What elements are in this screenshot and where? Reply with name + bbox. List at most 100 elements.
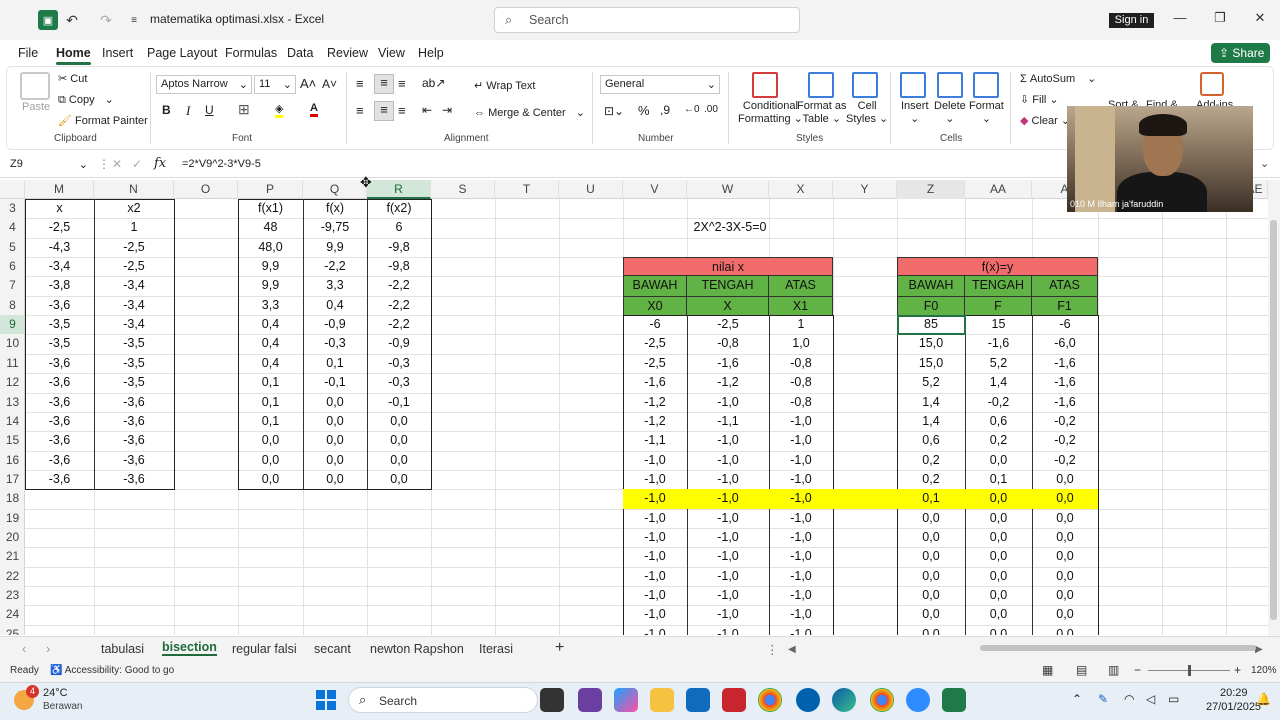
tab-formulas[interactable]: Formulas — [225, 46, 277, 60]
teams-icon[interactable] — [796, 688, 820, 712]
cell-fx-value[interactable]: -0,1 — [303, 373, 367, 392]
tab-data[interactable]: Data — [287, 46, 313, 60]
cell-fx-value[interactable]: -9,8 — [367, 238, 431, 257]
task-view-icon[interactable] — [540, 688, 564, 712]
cell-x[interactable]: -3,4 — [25, 257, 94, 276]
col-header-n[interactable]: N — [94, 180, 174, 199]
prev-sheet-icon[interactable]: ‹ — [22, 642, 26, 656]
cell-nilai-value[interactable]: -0,8 — [769, 393, 833, 412]
cell-nilai-value[interactable]: -1,0 — [687, 567, 769, 586]
cell-fx-value[interactable]: 0,1 — [238, 412, 303, 431]
cell-nilai-value[interactable]: -1,0 — [623, 625, 687, 635]
cell-nilai-value[interactable]: -2,5 — [623, 334, 687, 353]
cell-nilai-value[interactable]: -1,0 — [769, 528, 833, 547]
cell-fx-value[interactable]: 0,4 — [238, 334, 303, 353]
paste-button[interactable]: Paste — [22, 101, 50, 113]
worksheet-grid[interactable]: x x2 -2,5 1 -4,3 -2,5 -3,4 -2,5 -3,8 -3,4 -3,6 -3,4… — [25, 199, 1270, 635]
cell-nilai-value[interactable]: -1,0 — [769, 431, 833, 450]
paste-icon[interactable] — [20, 72, 50, 100]
tab-review[interactable]: Review — [327, 46, 368, 60]
italic-icon[interactable]: I — [186, 103, 190, 119]
cell-fx-table-value[interactable]: 0,0 — [897, 528, 965, 547]
cell-fx-value[interactable]: 9,9 — [238, 276, 303, 295]
search-box[interactable]: ⌕ Search — [494, 7, 800, 33]
cell-x2[interactable]: -3,5 — [94, 334, 174, 353]
col-header-z[interactable]: Z — [897, 180, 965, 199]
cell-nilai-value[interactable]: -1,0 — [769, 412, 833, 431]
autosum-button[interactable]: Σ AutoSum ⌄ — [1020, 72, 1096, 85]
cell-nilai-value[interactable]: -1,0 — [687, 528, 769, 547]
cell-nilai-value[interactable]: -1,2 — [687, 373, 769, 392]
cell-fx-value[interactable]: -2,2 — [303, 257, 367, 276]
cell-fx-table-value[interactable]: 0,0 — [965, 567, 1032, 586]
col-header-m[interactable]: M — [25, 180, 94, 199]
cell-fx-value[interactable]: 0,0 — [303, 451, 367, 470]
cell-nilai-value[interactable]: -1,0 — [769, 567, 833, 586]
cell-fx-table-value[interactable]: 0,0 — [965, 547, 1032, 566]
cell-nilai-value[interactable]: -1,0 — [687, 431, 769, 450]
onenote-icon[interactable] — [578, 688, 602, 712]
fill-color-icon[interactable]: ◈ — [275, 102, 284, 118]
cell-nilai-value[interactable]: -2,5 — [623, 354, 687, 373]
wifi-icon[interactable]: ◠ — [1124, 692, 1134, 706]
align-middle-icon[interactable]: ≡ — [374, 74, 394, 94]
cell-fx-value[interactable]: 0,0 — [367, 470, 431, 489]
cell-fx-header[interactable]: f(x1) — [238, 199, 303, 218]
cell-nilai-value[interactable]: -0,8 — [687, 334, 769, 353]
row-header[interactable]: 3 — [0, 199, 24, 218]
cell-x[interactable]: -3,5 — [25, 334, 94, 353]
cell-fx-value[interactable]: 0,0 — [367, 412, 431, 431]
cell-fx-table-value[interactable]: 0,6 — [965, 412, 1032, 431]
align-center-icon[interactable]: ≡ — [374, 101, 394, 121]
row-header[interactable]: 10 — [0, 334, 24, 353]
name-box[interactable]: Z9 ⌄ — [6, 156, 92, 175]
cell-x[interactable]: -3,6 — [25, 470, 94, 489]
cell-fx-value[interactable]: -0,9 — [303, 315, 367, 334]
page-break-view-icon[interactable]: ▥ — [1108, 663, 1119, 677]
format-as-table-button[interactable]: Format as Table ⌄ — [797, 100, 847, 126]
cell-fx-value[interactable]: -2,2 — [367, 315, 431, 334]
chrome-icon[interactable] — [758, 688, 782, 712]
sheet-tab-tabulasi[interactable]: tabulasi — [101, 642, 144, 656]
notifications-icon[interactable]: 🔔 — [1256, 692, 1271, 706]
cell-fx-value[interactable]: -2,2 — [367, 276, 431, 295]
accessibility-status[interactable]: ♿ Accessibility: Good to go — [50, 665, 174, 676]
cell-nilai-value[interactable]: 1,0 — [769, 334, 833, 353]
col-header-p[interactable]: P — [238, 180, 303, 199]
cell-nilai-value[interactable]: -1,0 — [623, 451, 687, 470]
cell-nilai-value[interactable]: -1,0 — [769, 586, 833, 605]
cell-nilai-value[interactable]: -1,2 — [623, 412, 687, 431]
cell-fx-table-value[interactable]: 0,0 — [897, 547, 965, 566]
row-header[interactable]: 18 — [0, 489, 24, 508]
vertical-scroll-thumb[interactable] — [1270, 220, 1277, 620]
taskbar-search[interactable]: ⌕ Search — [348, 687, 538, 713]
cell-fx-table-value[interactable]: 0,0 — [1032, 567, 1098, 586]
cell-x[interactable]: -3,6 — [25, 393, 94, 412]
cell-nilai-value[interactable]: -1,0 — [687, 625, 769, 635]
cell-fx-value[interactable]: 0,0 — [367, 431, 431, 450]
file-explorer-icon[interactable] — [650, 688, 674, 712]
zoom-level[interactable]: 120% — [1251, 665, 1277, 676]
cell-fx-table-value[interactable]: 1,4 — [897, 412, 965, 431]
minimize-icon[interactable]: — — [1168, 10, 1192, 30]
cell-nilai-value[interactable]: -1,0 — [623, 605, 687, 624]
cell-nilai-value[interactable]: -1,0 — [623, 586, 687, 605]
cell-fx-table-value[interactable]: -6,0 — [1032, 334, 1098, 353]
cell-fx-table-value[interactable]: 0,0 — [965, 586, 1032, 605]
cell-fx-table-value[interactable]: 0,0 — [1032, 509, 1098, 528]
customize-qat-icon[interactable]: ≡ — [124, 10, 144, 30]
cell-nilai-value[interactable]: -1,0 — [769, 489, 833, 508]
row-header[interactable]: 22 — [0, 567, 24, 586]
row-header[interactable]: 13 — [0, 393, 24, 412]
cell-x[interactable]: -3,6 — [25, 354, 94, 373]
orientation-icon[interactable]: ab↗ — [422, 76, 445, 90]
col-header-aa[interactable]: AA — [965, 180, 1032, 199]
cell-x[interactable]: -3,6 — [25, 296, 94, 315]
cell-fx-value[interactable]: 9,9 — [303, 238, 367, 257]
col-header-q[interactable]: Q — [303, 180, 367, 199]
cell-fx-value[interactable]: 48,0 — [238, 238, 303, 257]
row-header[interactable]: 15 — [0, 431, 24, 450]
cell-fx-table-value[interactable]: 0,0 — [897, 567, 965, 586]
row-header[interactable]: 11 — [0, 354, 24, 373]
currency-icon[interactable]: ⊡⌄ — [604, 104, 624, 118]
